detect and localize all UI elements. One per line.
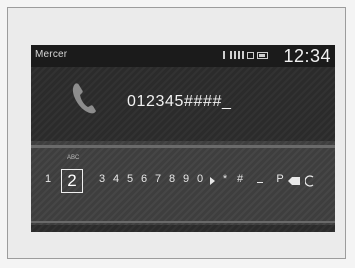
clear-icon[interactable]: [305, 175, 315, 187]
key-0[interactable]: 0: [195, 173, 205, 185]
device-name: Mercer: [35, 49, 68, 60]
bluetooth-icon: [223, 51, 227, 59]
key-1[interactable]: 1: [43, 173, 53, 185]
key-2-selected[interactable]: 2: [61, 169, 83, 193]
status-icons: [223, 51, 268, 59]
keypad-row: 1 2 3 4 5 6 7 8 9 0 * # P: [31, 169, 335, 195]
battery-icon: [257, 51, 268, 59]
signal-icon: [230, 51, 244, 59]
clock: 12:34: [283, 46, 331, 66]
keypad-panel: ABC 1 2 3 4 5 6 7 8 9 0 * # P: [31, 141, 335, 225]
dash-icon[interactable]: [257, 182, 263, 183]
key-hint: ABC: [67, 155, 80, 161]
status-bar: Mercer 12:34: [31, 45, 335, 67]
key-8[interactable]: 8: [167, 173, 177, 185]
backspace-icon[interactable]: [288, 177, 300, 185]
key-4[interactable]: 4: [111, 173, 121, 185]
divider: [31, 221, 335, 223]
phone-screen: Mercer 12:34 012345####_ ABC 1 2 3 4 5 6…: [31, 45, 335, 232]
key-3[interactable]: 3: [97, 173, 107, 185]
key-6[interactable]: 6: [139, 173, 149, 185]
key-9[interactable]: 9: [181, 173, 191, 185]
dialed-number: 012345####_: [127, 93, 232, 110]
key-hash[interactable]: #: [235, 173, 245, 185]
next-icon[interactable]: [210, 177, 215, 185]
divider: [31, 145, 335, 148]
key-7[interactable]: 7: [153, 173, 163, 185]
key-5[interactable]: 5: [125, 173, 135, 185]
roaming-icon: [247, 51, 254, 59]
phone-handset-icon: [72, 83, 96, 114]
key-star[interactable]: *: [220, 173, 230, 185]
key-pause[interactable]: P: [275, 173, 285, 185]
